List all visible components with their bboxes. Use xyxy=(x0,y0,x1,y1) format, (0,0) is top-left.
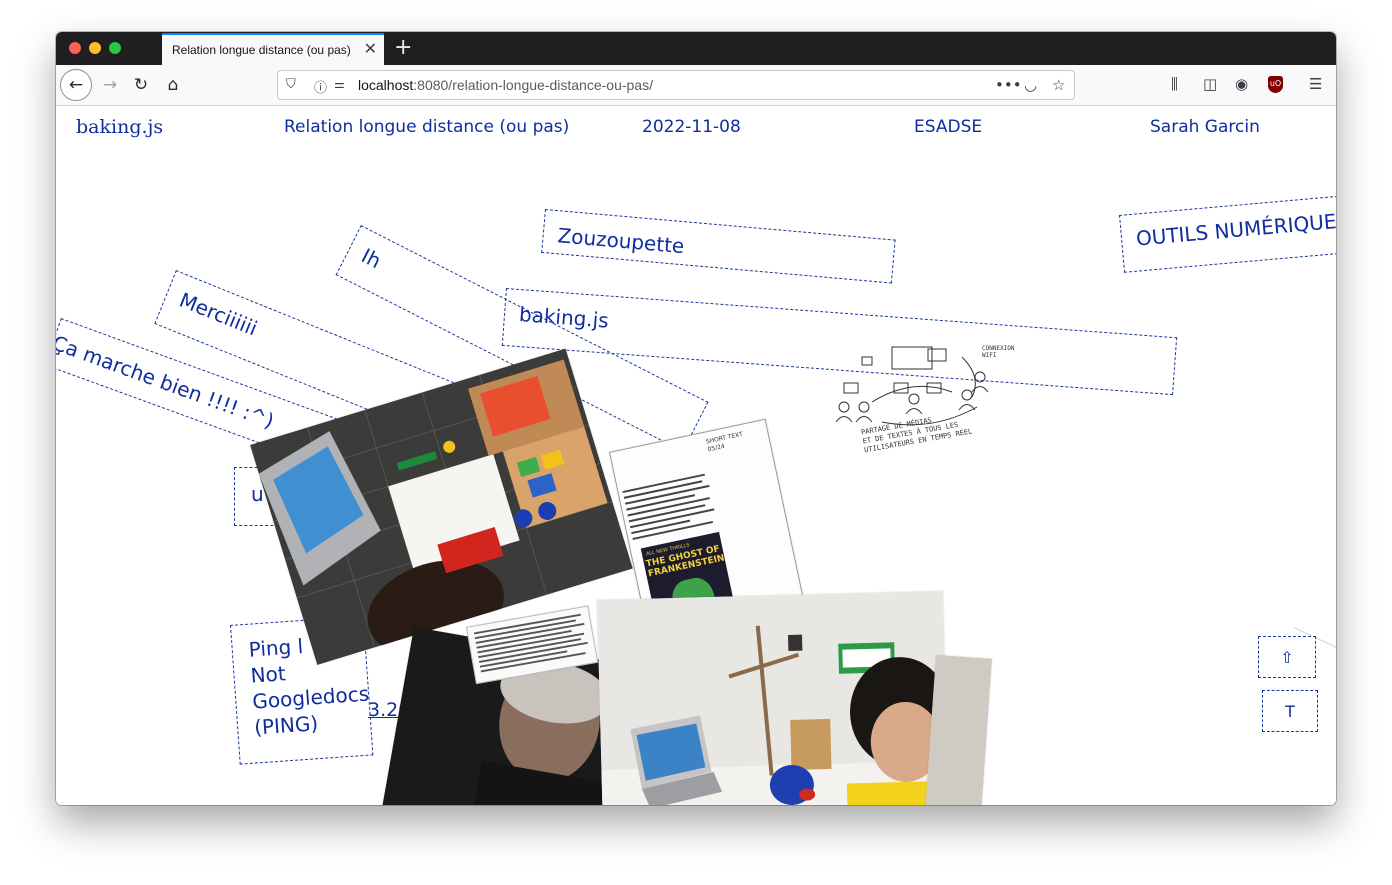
home-icon[interactable]: ⌂ xyxy=(157,69,189,101)
site-logo[interactable]: baking.js xyxy=(76,116,163,138)
library-icon[interactable]: ⫼ xyxy=(1171,75,1178,93)
page-title: Relation longue distance (ou pas) xyxy=(284,117,570,137)
sketch-side-text: CONNEXION WIFI xyxy=(982,345,1015,359)
account-icon[interactable]: ◉ xyxy=(1235,75,1248,93)
url-bar[interactable]: ⛉ ⓘ ⚌ localhost:8080/relation-longue-dis… xyxy=(277,70,1075,100)
arrow-up-icon: ⇧ xyxy=(1280,647,1294,667)
add-text-button[interactable]: T xyxy=(1262,690,1318,732)
reload-icon[interactable]: ↻ xyxy=(125,69,157,101)
page-author: Sarah Garcin xyxy=(1150,117,1260,137)
star-icon[interactable]: ☆ xyxy=(1052,76,1065,94)
label-outils-numerique[interactable]: OUTILS NUMÉRIQUE xyxy=(1119,194,1336,273)
label-text: Ih xyxy=(357,243,386,274)
poster-header: SHORT TEXT 05/24 xyxy=(705,431,745,454)
url-host: localhost xyxy=(358,77,414,93)
url-path: :8080/relation-longue-distance-ou-pas/ xyxy=(413,77,653,93)
browser-window: Relation longue distance (ou pas) ✕ + ← … xyxy=(56,32,1336,805)
close-window-button[interactable] xyxy=(69,42,81,54)
nav-bar: ← → ↻ ⌂ ⛉ ⓘ ⚌ localhost:8080/relation-lo… xyxy=(56,65,1336,106)
photo-right-edge xyxy=(924,655,992,805)
photo-kid-laptop xyxy=(597,590,950,805)
tab-close-icon[interactable]: ✕ xyxy=(364,39,377,59)
zoom-window-button[interactable] xyxy=(109,42,121,54)
page-date: 2022-11-08 xyxy=(642,117,741,137)
info-icon[interactable]: ⓘ xyxy=(314,77,327,96)
new-tab-icon[interactable]: + xyxy=(394,35,412,61)
tab-title: Relation longue distance (ou pas) xyxy=(172,43,351,57)
label-text: OUTILS NUMÉRIQUE xyxy=(1135,209,1336,251)
minimize-window-button[interactable] xyxy=(89,42,101,54)
more-icon[interactable]: ••• xyxy=(995,76,1022,94)
pocket-icon[interactable]: ◡ xyxy=(1024,76,1037,94)
back-arrow-icon[interactable]: ← xyxy=(60,69,92,101)
menu-icon[interactable]: ☰ xyxy=(1309,75,1322,93)
shield-icon[interactable]: ⛉ xyxy=(286,77,296,92)
photo-kid-laptop-svg xyxy=(597,590,950,805)
label-zouzoupette[interactable]: Zouzoupette xyxy=(541,209,896,284)
tab-active[interactable]: Relation longue distance (ou pas) ✕ xyxy=(162,33,384,65)
text-icon: T xyxy=(1285,701,1295,721)
tab-strip: Relation longue distance (ou pas) ✕ + xyxy=(56,32,1336,65)
permissions-icon[interactable]: ⚌ xyxy=(334,77,345,91)
page-school: ESADSE xyxy=(914,117,983,137)
sketch-illustration: PARTAGE DE MÉDIAS ET DE TEXTES À TOUS LE… xyxy=(832,337,1022,457)
forward-arrow-icon[interactable]: → xyxy=(94,69,126,101)
photo-right-edge-svg xyxy=(924,655,992,805)
page-content: baking.js Relation longue distance (ou p… xyxy=(56,107,1336,805)
sidebar-icon[interactable]: ◫ xyxy=(1203,75,1217,93)
url-text[interactable]: localhost:8080/relation-longue-distance-… xyxy=(358,77,653,93)
scroll-up-button[interactable]: ⇧ xyxy=(1258,636,1316,678)
label-text: Zouzoupette xyxy=(556,223,686,259)
label-text: Merciiiiii xyxy=(176,287,261,341)
ublock-icon[interactable]: uO xyxy=(1268,76,1283,93)
label-text: baking.js xyxy=(518,302,610,333)
